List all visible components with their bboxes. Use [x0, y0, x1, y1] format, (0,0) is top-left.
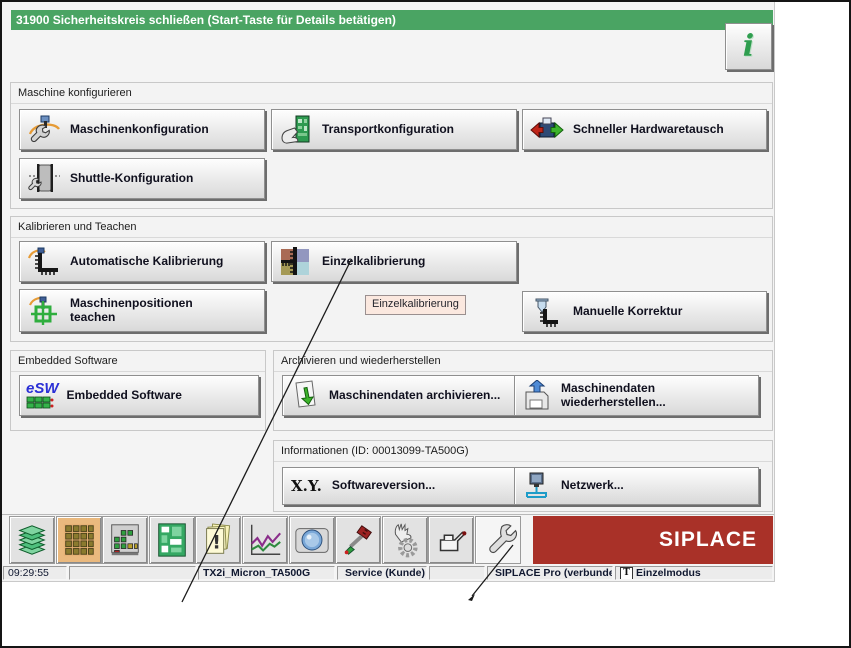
esw-icon: eSW — [26, 381, 59, 410]
status-time: 09:29:55 — [3, 566, 67, 580]
status-empty-1 — [69, 566, 196, 580]
button-label: Einzelkalibrierung — [322, 253, 426, 268]
button-label: Netzwerk... — [561, 478, 624, 493]
softwareversion-button[interactable]: X.Y. Softwareversion... — [282, 467, 515, 505]
teach-positions-icon — [28, 296, 57, 325]
button-label: Maschinendaten wiederherstellen... — [561, 380, 666, 409]
toolbar-screwdriver-button[interactable] — [335, 516, 381, 564]
toolbar-camera-button[interactable] — [289, 516, 335, 564]
machine-status-bar: 31900 Sicherheitskreis schließen (Start-… — [11, 10, 773, 30]
netzwerk-button[interactable]: Netzwerk... — [514, 467, 759, 505]
status-mode: T Einzelmodus — [615, 566, 773, 580]
section-archive-label: Archivieren und wiederherstellen — [274, 351, 772, 372]
restore-icon — [525, 379, 549, 409]
app-window: 31900 Sicherheitskreis schließen (Start-… — [2, 2, 775, 582]
matrix-icon — [63, 523, 95, 557]
button-label: Softwareversion... — [331, 478, 436, 493]
maschinenkonfiguration-button[interactable]: Maschinenkonfiguration — [19, 109, 265, 150]
section-archive: Archivieren und wiederherstellen Maschin… — [273, 350, 773, 431]
info-button[interactable]: i — [725, 23, 772, 70]
status-message: 31900 Sicherheitskreis schließen (Start-… — [16, 13, 396, 27]
shuttle-konfiguration-button[interactable]: Shuttle-Konfiguration — [19, 158, 265, 199]
section-embedded-software: Embedded Software eSW Embedded Software — [10, 350, 266, 431]
hardware-swap-icon — [530, 117, 564, 138]
button-label: Shuttle-Konfiguration — [70, 170, 194, 185]
status-empty-2 — [429, 566, 485, 580]
archive-icon — [295, 379, 316, 408]
toolbar-pcb-button[interactable] — [149, 516, 195, 564]
section-calibration-label: Kalibrieren und Teachen — [11, 217, 772, 238]
camera-icon — [295, 528, 329, 553]
automatische-kalibrierung-button[interactable]: Automatische Kalibrierung — [19, 241, 265, 282]
auto-calibration-icon — [27, 247, 58, 275]
oil-can-icon — [439, 531, 467, 552]
section-information: Informationen (ID: 00013099-TA500G) X.Y.… — [273, 440, 773, 512]
screenshot-frame: 31900 Sicherheitskreis schließen (Start-… — [0, 0, 851, 648]
embedded-software-button[interactable]: eSW Embedded Software — [19, 375, 259, 416]
toolbar-trend-button[interactable] — [242, 516, 288, 564]
machine-config-icon — [28, 115, 60, 142]
toolbar-messages-button[interactable]: ! — [195, 516, 241, 564]
messages-icon: ! — [206, 523, 231, 554]
trend-chart-icon — [250, 524, 281, 555]
button-label: Manuelle Korrektur — [573, 303, 683, 318]
button-label: Maschinenkonfiguration — [70, 121, 209, 136]
tooltip-einzelkalibrierung: Einzelkalibrierung — [365, 295, 466, 315]
einzelkalibrierung-button[interactable]: Einzelkalibrierung — [271, 241, 517, 282]
section-machine-configure: Maschine konfigurieren Maschinenkonfigur… — [10, 82, 773, 209]
maschinendaten-archivieren-button[interactable]: Maschinendaten archivieren... — [282, 375, 515, 416]
toolbar-hand-gear-button[interactable] — [382, 516, 428, 564]
section-embedded-label: Embedded Software — [11, 351, 265, 372]
manuelle-korrektur-button[interactable]: Manuelle Korrektur — [522, 291, 767, 332]
button-label: Schneller Hardwaretausch — [573, 121, 724, 136]
status-machine-name: TX2i_Micron_TA500G — [198, 566, 335, 580]
wrench-icon — [489, 524, 517, 554]
section-machine-label: Maschine konfigurieren — [11, 83, 772, 104]
button-label: Transportkonfiguration — [322, 121, 454, 136]
status-connection: SIPLACE Pro (verbunden) — [487, 566, 613, 580]
section-information-label: Informationen (ID: 00013099-TA500G) — [274, 441, 772, 462]
button-label: Embedded Software — [66, 387, 182, 402]
button-label: Automatische Kalibrierung — [70, 253, 224, 268]
boards-stack-icon — [18, 525, 46, 555]
toolbar-boards-button[interactable] — [9, 516, 55, 564]
brand-bar: SIPLACE — [533, 516, 773, 564]
info-icon: i — [742, 28, 755, 64]
esw-grid-icon — [26, 396, 54, 408]
callout-arrowhead — [468, 594, 475, 601]
toolbar-oilcan-button[interactable] — [428, 516, 474, 564]
hand-gear-icon — [394, 523, 418, 558]
screwdriver-icon — [344, 525, 372, 555]
manual-correction-icon — [535, 298, 558, 327]
transport-config-icon — [281, 115, 310, 144]
single-calibration-icon — [281, 246, 309, 275]
status-user: Service (Kunde) — [337, 566, 427, 580]
schneller-hardwaretausch-button[interactable]: Schneller Hardwaretausch — [522, 109, 767, 150]
toolbar-matrix-button[interactable] — [56, 516, 102, 564]
shuttle-config-icon — [28, 163, 60, 192]
brand-logo: SIPLACE — [658, 528, 757, 551]
pcb-layout-icon — [158, 523, 186, 557]
component-levels-icon — [111, 524, 139, 556]
transportkonfiguration-button[interactable]: Transportkonfiguration — [271, 109, 517, 150]
network-icon — [526, 472, 547, 498]
mode-icon: T — [620, 567, 633, 579]
svg-text:!: ! — [212, 532, 221, 554]
button-label: Maschinendaten archivieren... — [329, 387, 501, 402]
toolbar-machine-setup-button[interactable] — [475, 516, 521, 564]
button-label: Maschinenpositionen teachen — [70, 295, 193, 324]
section-calibration: Kalibrieren und Teachen Automatische Kal… — [10, 216, 773, 342]
toolbar-divider — [2, 514, 774, 515]
software-version-icon: X.Y. — [291, 477, 322, 495]
maschinendaten-wiederherstellen-button[interactable]: Maschinendaten wiederherstellen... — [514, 375, 759, 416]
toolbar-components-button[interactable] — [102, 516, 148, 564]
maschinenpositionen-teachen-button[interactable]: Maschinenpositionen teachen — [19, 289, 265, 332]
